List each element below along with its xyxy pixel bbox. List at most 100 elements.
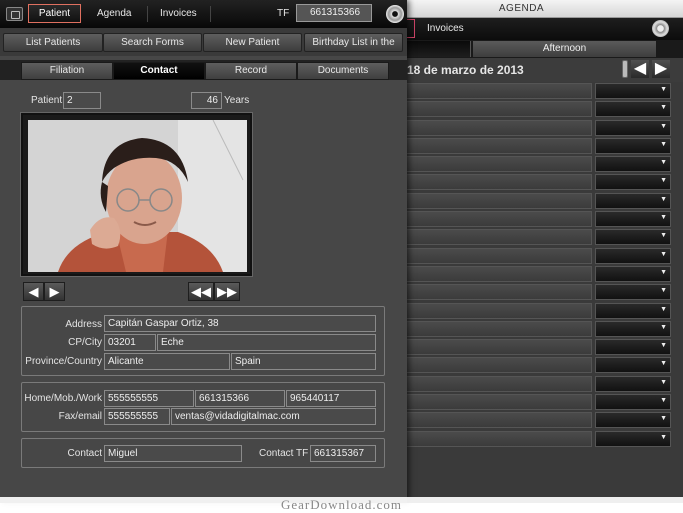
agenda-slot-select[interactable]: ▼ (595, 302, 671, 319)
home-mob-work-label: Home/Mob./Work (24, 393, 102, 404)
agenda-slot-select[interactable]: ▼ (595, 265, 671, 282)
age-unit-label: Years (224, 95, 250, 106)
birthday-list-button[interactable]: Birthday List in the (304, 33, 403, 52)
tab-afternoon[interactable]: Afternoon (473, 41, 656, 57)
agenda-slot-row: ▼ (360, 393, 683, 411)
agenda-slot-row: ▼ (360, 173, 683, 191)
tab-contact[interactable]: Contact (113, 62, 205, 80)
gear-icon[interactable] (652, 20, 669, 37)
photo-step-arrows: ◀ ▶ (23, 282, 65, 301)
agenda-slot-select[interactable]: ▼ (595, 192, 671, 209)
chevron-down-icon: ▼ (660, 268, 667, 276)
agenda-invoices-tab[interactable]: Invoices (427, 23, 464, 34)
agenda-slot-select[interactable]: ▼ (595, 101, 671, 118)
agenda-window: AGENDA Invoices Afternoon 18 de marzo de… (360, 0, 683, 503)
agenda-slot-row: ▼ (360, 137, 683, 155)
chevron-down-icon: ▼ (660, 305, 667, 313)
contact-tf-label: Contact TF (259, 448, 309, 459)
patient-number-field[interactable]: 2 (63, 92, 101, 109)
agenda-slot-select[interactable]: ▼ (595, 430, 671, 447)
portrait-image (28, 120, 247, 272)
tab-record[interactable]: Record (205, 62, 297, 80)
contact-tf-field[interactable]: 661315367 (310, 445, 376, 462)
agenda-slot-row: ▼ (360, 100, 683, 118)
chevron-down-icon: ▼ (660, 232, 667, 240)
agenda-slot-select[interactable]: ▼ (595, 339, 671, 356)
agenda-slot-row: ▼ (360, 155, 683, 173)
agenda-slot-row: ▼ (360, 210, 683, 228)
address-label: Address (65, 319, 102, 330)
cp-city-label: CP/City (68, 337, 102, 348)
tab-patient[interactable]: Patient (28, 4, 81, 23)
postal-code-field[interactable]: 03201 (104, 334, 156, 351)
agenda-slot-select[interactable]: ▼ (595, 320, 671, 337)
email-field[interactable]: ventas@vidadigitalmac.com (171, 408, 376, 425)
work-phone-field[interactable]: 965440117 (286, 390, 376, 407)
agenda-slot-row: ▼ (360, 356, 683, 374)
chevron-down-icon: ▼ (660, 177, 667, 185)
agenda-slot-select[interactable]: ▼ (595, 156, 671, 173)
last-photo-icon[interactable]: ▶▶ (214, 282, 240, 301)
home-phone-field[interactable]: 555555555 (104, 390, 194, 407)
contact-name-field[interactable]: Miguel (104, 445, 242, 462)
contact-label: Contact (67, 448, 102, 459)
agenda-slot-row: ▼ (360, 320, 683, 338)
agenda-slot-select[interactable]: ▼ (595, 137, 671, 154)
agenda-slot-select[interactable]: ▼ (595, 174, 671, 191)
window-icon[interactable] (6, 7, 23, 21)
agenda-slot-select[interactable]: ▼ (595, 119, 671, 136)
tab-agenda[interactable]: Agenda (97, 8, 131, 19)
divider (210, 6, 211, 22)
prev-day-arrow-icon[interactable]: ◀ (631, 60, 649, 78)
search-forms-button[interactable]: Search Forms (103, 33, 202, 52)
next-day-arrow-icon[interactable]: ▶ (652, 60, 670, 78)
tf-label: TF (277, 8, 290, 19)
gear-icon[interactable] (386, 5, 404, 23)
agenda-slot-select[interactable]: ▼ (595, 211, 671, 228)
tab-documents[interactable]: Documents (297, 62, 389, 80)
watermark: GearDownload.com (0, 497, 683, 513)
agenda-slot-row: ▼ (360, 430, 683, 448)
agenda-title: AGENDA (360, 0, 683, 18)
patient-window: Patient Agenda Invoices TF 661315366 Lis… (0, 0, 407, 503)
agenda-slot-select[interactable]: ▼ (595, 247, 671, 264)
mobile-phone-field[interactable]: 661315366 (195, 390, 285, 407)
agenda-slot-row: ▼ (360, 283, 683, 301)
first-photo-icon[interactable]: ◀◀ (188, 282, 214, 301)
chevron-down-icon: ▼ (660, 86, 667, 93)
chevron-down-icon: ▼ (660, 397, 667, 405)
patient-sub-tabs: Filiation Contact Record Documents (0, 60, 407, 80)
chevron-down-icon: ▼ (660, 287, 667, 295)
agenda-slot-row: ▼ (360, 338, 683, 356)
agenda-slot-select[interactable]: ▼ (595, 357, 671, 374)
agenda-slot-row: ▼ (360, 302, 683, 320)
divider (147, 6, 148, 22)
address-field[interactable]: Capitán Gaspar Ortiz, 38 (104, 315, 376, 332)
patient-photo-frame (21, 113, 252, 276)
agenda-slot-select[interactable]: ▼ (595, 375, 671, 392)
chevron-down-icon: ▼ (660, 195, 667, 203)
city-field[interactable]: Eche (157, 334, 376, 351)
fax-field[interactable]: 555555555 (104, 408, 170, 425)
tf-field[interactable]: 661315366 (296, 4, 372, 22)
date-scroll-handle[interactable] (622, 60, 628, 78)
prev-photo-icon[interactable]: ◀ (23, 282, 44, 301)
agenda-slot-select[interactable]: ▼ (595, 394, 671, 411)
new-patient-button[interactable]: New Patient (203, 33, 302, 52)
tab-filiation[interactable]: Filiation (21, 62, 113, 80)
patient-photo[interactable] (28, 120, 247, 272)
list-patients-button[interactable]: List Patients (3, 33, 103, 52)
tab-invoices[interactable]: Invoices (160, 8, 197, 19)
agenda-slot-select[interactable]: ▼ (595, 83, 671, 99)
agenda-slot-select[interactable]: ▼ (595, 229, 671, 246)
next-photo-icon[interactable]: ▶ (44, 282, 65, 301)
agenda-slot-select[interactable]: ▼ (595, 284, 671, 301)
agenda-slot-row: ▼ (360, 375, 683, 393)
age-field[interactable]: 46 (191, 92, 222, 109)
country-field[interactable]: Spain (231, 353, 376, 370)
agenda-slot-row: ▼ (360, 265, 683, 283)
province-field[interactable]: Alicante (104, 353, 230, 370)
agenda-slot-select[interactable]: ▼ (595, 412, 671, 429)
chevron-down-icon: ▼ (660, 140, 667, 148)
agenda-toolbar: Invoices (360, 18, 683, 40)
